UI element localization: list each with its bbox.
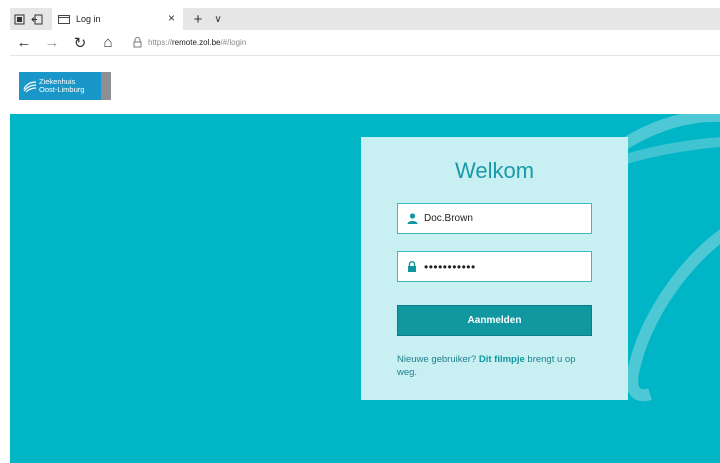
username-input[interactable] bbox=[424, 213, 584, 224]
login-button[interactable]: Aanmelden bbox=[397, 305, 592, 336]
back-arrow-icon[interactable]: ← bbox=[10, 30, 38, 56]
close-icon[interactable]: × bbox=[168, 11, 175, 25]
url-host: remote.zol.be bbox=[172, 38, 221, 47]
site-header: Ziekenhuis Oost-Limburg bbox=[10, 56, 720, 114]
hospital-logo[interactable]: Ziekenhuis Oost-Limburg bbox=[19, 72, 111, 100]
page-icon bbox=[58, 14, 70, 24]
logo-grey-panel bbox=[101, 72, 111, 100]
url-path: /#/login bbox=[220, 38, 247, 47]
hero-section: Welkom Aanmelden Nieuwe gebruiker? Dit f… bbox=[10, 114, 720, 463]
address-bar[interactable]: https://remote.zol.be/#/login bbox=[130, 33, 720, 53]
page-title: Welkom bbox=[454, 158, 535, 183]
navigation-bar: ← → ↻ ⌂ https://remote.zol.be/#/login bbox=[10, 30, 720, 56]
plus-icon[interactable]: + bbox=[187, 11, 209, 28]
login-card: Welkom Aanmelden Nieuwe gebruiker? Dit f… bbox=[361, 137, 628, 400]
tab-actions-icon[interactable] bbox=[10, 10, 28, 28]
logo-blue-panel: Ziekenhuis Oost-Limburg bbox=[19, 72, 101, 100]
logo-swirl-icon bbox=[23, 81, 37, 93]
logo-line-2: Oost-Limburg bbox=[39, 85, 85, 94]
padlock-icon bbox=[407, 261, 419, 273]
forward-arrow-icon[interactable]: → bbox=[38, 30, 66, 56]
tab-strip: Log in × + ∨ bbox=[10, 8, 720, 30]
help-text: Nieuwe gebruiker? Dit filmpje brengt u o… bbox=[397, 353, 587, 379]
password-field[interactable] bbox=[397, 251, 592, 282]
help-video-link[interactable]: Dit filmpje bbox=[479, 354, 525, 365]
user-icon bbox=[407, 213, 419, 225]
help-prefix: Nieuwe gebruiker? bbox=[397, 354, 479, 365]
tab-title: Log in bbox=[76, 14, 101, 24]
password-input[interactable] bbox=[424, 259, 584, 274]
username-field[interactable] bbox=[397, 203, 592, 234]
home-icon[interactable]: ⌂ bbox=[94, 30, 122, 56]
tab-login[interactable]: Log in × bbox=[52, 8, 183, 30]
refresh-icon[interactable]: ↻ bbox=[66, 30, 94, 56]
url-protocol: https:// bbox=[148, 38, 173, 47]
lock-icon bbox=[130, 36, 144, 50]
chevron-down-icon[interactable]: ∨ bbox=[209, 14, 227, 25]
tab-back-icon[interactable] bbox=[28, 10, 46, 28]
